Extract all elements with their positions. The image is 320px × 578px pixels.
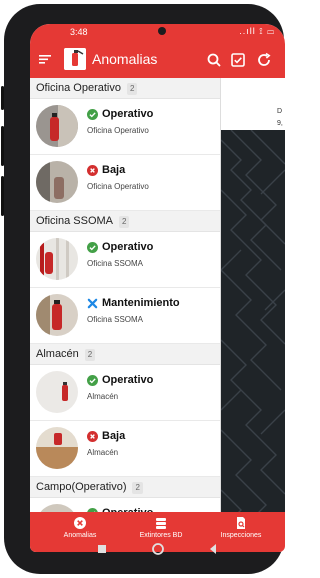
group-count: 2	[126, 83, 138, 95]
page-title: Anomalias	[92, 51, 158, 67]
close-circle-icon	[74, 517, 86, 529]
location-label: Almacén	[87, 448, 119, 457]
map-pane[interactable]: D 9,	[221, 78, 285, 532]
list-item[interactable]: Operativo Oficina Operativo	[30, 99, 220, 155]
status-label: Operativo	[102, 374, 154, 386]
volume-button	[1, 176, 4, 216]
volume-button	[1, 86, 4, 110]
extinguisher-photo	[36, 238, 78, 280]
group-count: 2	[132, 482, 143, 494]
location-label: Oficina Operativo	[87, 126, 149, 135]
status-label: Baja	[102, 430, 126, 442]
detail-header: D 9,	[221, 78, 285, 130]
nav-extintores[interactable]: Extintores BD	[128, 516, 194, 539]
status-label: Operativo	[102, 108, 154, 120]
detail-text: 9,	[277, 120, 283, 127]
front-camera	[158, 27, 166, 35]
nav-anomalias[interactable]: Anomalias	[52, 516, 108, 539]
checkbox-icon[interactable]	[230, 52, 246, 68]
location-label: Almacén	[87, 392, 119, 401]
group-name: Campo(Operativo)	[36, 481, 127, 493]
group-name: Oficina Operativo	[36, 82, 121, 94]
check-circle-icon	[87, 375, 98, 386]
system-navigation-bar	[98, 543, 216, 555]
nav-inspecciones[interactable]: Inspecciones	[210, 516, 272, 539]
recent-apps-button[interactable]	[98, 545, 106, 553]
app-logo	[64, 48, 86, 70]
status-time: 3:48	[70, 27, 88, 37]
cancel-circle-icon	[87, 165, 98, 176]
cancel-circle-icon	[87, 431, 98, 442]
app-bar: Anomalias	[30, 42, 285, 78]
extinguisher-photo	[36, 371, 78, 413]
group-count: 2	[84, 349, 96, 361]
extinguisher-photo	[36, 161, 78, 203]
tools-icon	[87, 298, 98, 309]
location-label: Oficina SSOMA	[87, 315, 144, 324]
group-header[interactable]: Oficina SSOMA 2	[30, 211, 220, 232]
back-button[interactable]	[210, 544, 216, 554]
extinguisher-photo	[36, 294, 78, 336]
group-name: Almacén	[36, 348, 79, 360]
app-screen: 3:48 ..ıll ⟟ ▭ Anomalias Oficina Operati…	[30, 24, 285, 552]
group-name: Oficina SSOMA	[36, 215, 114, 227]
location-label: Oficina Operativo	[87, 182, 149, 191]
status-bar: 3:48 ..ıll ⟟ ▭	[30, 24, 285, 42]
refresh-icon[interactable]	[256, 52, 272, 68]
check-circle-icon	[87, 242, 98, 253]
document-search-icon	[237, 517, 245, 529]
extinguisher-photo	[36, 427, 78, 469]
status-label: Mantenimiento	[102, 297, 180, 309]
home-button[interactable]	[152, 543, 164, 555]
status-label: Operativo	[102, 241, 154, 253]
list-item[interactable]: Mantenimiento Oficina SSOMA	[30, 288, 220, 344]
check-circle-icon	[87, 109, 98, 120]
group-header[interactable]: Campo(Operativo) 2	[30, 477, 220, 498]
list-item[interactable]: Operativo Almacén	[30, 365, 220, 421]
group-count: 2	[119, 216, 130, 228]
anomalies-list[interactable]: Oficina Operativo 2 Operativo Oficina Ope…	[30, 78, 221, 532]
database-icon	[156, 518, 166, 529]
list-item[interactable]: Baja Almacén	[30, 421, 220, 477]
status-label: Baja	[102, 164, 126, 176]
list-item[interactable]: Operativo Oficina SSOMA	[30, 232, 220, 288]
search-icon[interactable]	[206, 52, 222, 68]
detail-text: D	[277, 108, 283, 115]
maze-pattern	[221, 130, 285, 532]
list-item[interactable]: Baja Oficina Operativo	[30, 155, 220, 211]
status-icons: ..ıll ⟟ ▭	[239, 26, 275, 36]
extinguisher-photo	[36, 105, 78, 147]
group-header[interactable]: Almacén 2	[30, 344, 220, 365]
location-label: Oficina SSOMA	[87, 259, 144, 268]
menu-icon[interactable]	[38, 52, 52, 66]
group-header[interactable]: Oficina Operativo 2	[30, 78, 220, 99]
volume-button	[1, 126, 4, 166]
